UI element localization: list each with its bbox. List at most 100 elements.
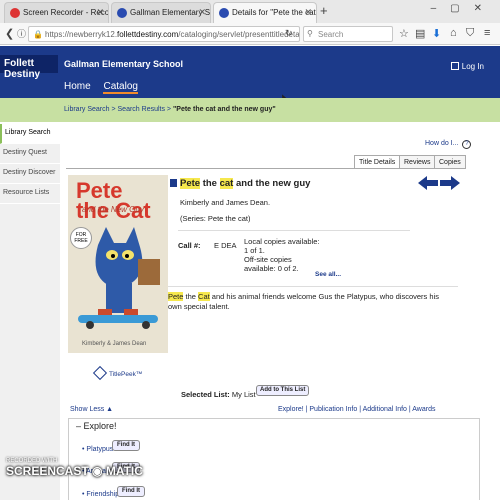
- home-icon[interactable]: ⌂: [450, 27, 457, 39]
- tab-reviews[interactable]: Reviews: [399, 155, 436, 169]
- crumb-search-results[interactable]: Search Results: [118, 106, 165, 113]
- book-format-icon: [170, 179, 177, 187]
- login-label: Log In: [461, 62, 484, 71]
- call-number-label: Call #:: [178, 241, 201, 250]
- download-icon[interactable]: ⬇: [432, 27, 441, 40]
- prev-arrow-icon[interactable]: [418, 176, 438, 190]
- reload-icon[interactable]: ↻: [285, 28, 293, 39]
- search-input[interactable]: ⚲ Search: [303, 26, 393, 42]
- find-it-button[interactable]: Find It: [117, 486, 145, 497]
- main-nav: Home Catalog: [64, 81, 148, 94]
- see-all-link[interactable]: See all...: [315, 271, 341, 278]
- url-bar[interactable]: 🔒 https://newberryk12.follettdestiny.com…: [28, 26, 300, 42]
- screencast-watermark: RECORDED WITH SCREENCAST ◉ MATIC: [6, 458, 143, 478]
- help-label: How do I...: [425, 140, 459, 147]
- tab-screen-recorder[interactable]: Screen Recorder - Record yo ✕: [4, 2, 109, 23]
- availability-line: available: 0 of 2.: [244, 264, 299, 273]
- library-icon[interactable]: ▤: [415, 27, 425, 40]
- search-placeholder: Search: [318, 30, 344, 39]
- book-cover-image[interactable]: Pete the Cat and the New Guy FOR FREE Kim…: [68, 175, 168, 353]
- watermark-brand: SCREENCAST ◉ MATIC: [6, 464, 143, 478]
- crumb-current: "Pete the cat and the new guy": [172, 106, 276, 113]
- recorder-icon: [10, 8, 20, 18]
- sidebar-item-destiny-discover[interactable]: Destiny Discover: [0, 164, 60, 184]
- new-tab-button[interactable]: +: [320, 3, 328, 18]
- availability-line: 1 of 1.: [244, 246, 265, 255]
- school-name: Gallman Elementary School: [64, 59, 184, 69]
- prev-next-arrows: [418, 176, 460, 190]
- watermark-screencast: SCREENCAST: [6, 464, 89, 478]
- subject-label: Friendship: [86, 491, 120, 498]
- login-link[interactable]: Log In: [450, 62, 484, 71]
- find-it-button[interactable]: Find It: [112, 440, 140, 451]
- availability-line: Off-site copies: [244, 255, 292, 264]
- lock-icon: 🔒: [33, 30, 43, 39]
- summary-pete: Pete: [168, 292, 184, 301]
- selected-list: Selected List: My List: [181, 390, 256, 399]
- sidebar-item-library-search[interactable]: Library Search: [0, 124, 60, 144]
- sidebar: Library Search Destiny Quest Destiny Dis…: [0, 124, 60, 500]
- selected-list-label: Selected List:: [181, 390, 230, 399]
- explore-title-label: Explore!: [83, 421, 117, 431]
- watermark-matic: MATIC: [105, 464, 143, 478]
- book-series: (Series: Pete the cat): [180, 214, 251, 223]
- breadcrumb: Library Search > Search Results > "Pete …: [64, 106, 276, 113]
- shield-icon[interactable]: ⛉: [466, 27, 474, 40]
- title-word-the: the: [200, 178, 220, 189]
- site-header: Follett Destiny Gallman Elementary Schoo…: [0, 46, 500, 98]
- sidebar-item-destiny-quest[interactable]: Destiny Quest: [0, 144, 60, 164]
- add-to-list-button[interactable]: Add to This List: [256, 385, 310, 396]
- divider: [168, 286, 458, 287]
- tab-gallman[interactable]: Gallman Elementary School ✕: [111, 2, 211, 23]
- close-icon[interactable]: ✕: [198, 7, 206, 18]
- bookmark-star-icon[interactable]: ☆: [399, 27, 409, 40]
- search-icon: ⚲: [307, 29, 313, 38]
- url-host: follettdestiny.com: [117, 30, 179, 39]
- section-links[interactable]: Explore! | Publication Info | Additional…: [278, 406, 435, 413]
- subject-friendship[interactable]: • Friendship: [82, 491, 119, 498]
- availability-line: Local copies available:: [244, 237, 320, 246]
- window-controls[interactable]: –▢✕: [431, 3, 496, 14]
- tab-title-details[interactable]: Title Details: [354, 155, 401, 169]
- explore-title: – Explore!: [76, 421, 117, 431]
- url-scheme: https://newberryk12.: [45, 30, 118, 39]
- subject-platypus[interactable]: • Platypus: [82, 446, 113, 453]
- crumb-library-search[interactable]: Library Search: [64, 106, 110, 113]
- url-path: /cataloging/servlet/presenttitledetail: [178, 30, 300, 39]
- titlepeek-label: TitlePeek™: [109, 371, 143, 378]
- show-less-link[interactable]: Show Less ▲: [70, 406, 113, 413]
- sidebar-item-resource-lists[interactable]: Resource Lists: [0, 184, 60, 204]
- tab-details[interactable]: Details for "Pete the cat and ✕: [213, 2, 317, 23]
- browser-tabbar: Screen Recorder - Record yo ✕ Gallman El…: [0, 0, 500, 23]
- browser-navbar: ❮ ⓘ 🔒 https://newberryk12.follettdestiny…: [0, 23, 500, 45]
- crumb-separator: >: [164, 106, 173, 113]
- availability: Local copies available: 1 of 1. Off-site…: [244, 237, 319, 273]
- call-number-value: E DEA: [214, 241, 237, 250]
- destiny-icon: [219, 8, 229, 18]
- crumb-separator: >: [109, 106, 118, 113]
- nav-home[interactable]: Home: [64, 81, 91, 92]
- back-icon[interactable]: ❮: [5, 27, 14, 40]
- subject-label: Platypus: [86, 446, 114, 453]
- info-icon[interactable]: ⓘ: [17, 27, 26, 40]
- summary-the: the: [183, 292, 199, 301]
- help-link[interactable]: How do I...?: [425, 140, 472, 149]
- title-word-cat: cat: [219, 178, 234, 189]
- destiny-logo[interactable]: Follett Destiny: [0, 55, 58, 80]
- titlepeek-link[interactable]: TitlePeek™: [92, 365, 143, 381]
- tabs-divider: [66, 168, 464, 169]
- book-author: Kimberly and James Dean.: [180, 198, 271, 207]
- next-arrow-icon[interactable]: [440, 176, 460, 190]
- menu-icon[interactable]: ≡: [484, 27, 490, 39]
- titlepeek-icon: [92, 365, 108, 381]
- breadcrumb-bar: Library Search > Search Results > "Pete …: [0, 98, 500, 122]
- book-title: Pete the cat and the new guy: [180, 178, 310, 189]
- close-icon[interactable]: ✕: [96, 7, 104, 18]
- nav-catalog[interactable]: Catalog: [103, 81, 138, 94]
- divider: [178, 230, 410, 231]
- close-icon[interactable]: ✕: [304, 7, 312, 18]
- book-summary: Pete the Cat and his animal friends welc…: [168, 292, 448, 312]
- cover-author: Kimberly & James Dean: [82, 341, 147, 347]
- tab-copies[interactable]: Copies: [434, 155, 466, 169]
- title-word-pete: Pete: [180, 178, 201, 189]
